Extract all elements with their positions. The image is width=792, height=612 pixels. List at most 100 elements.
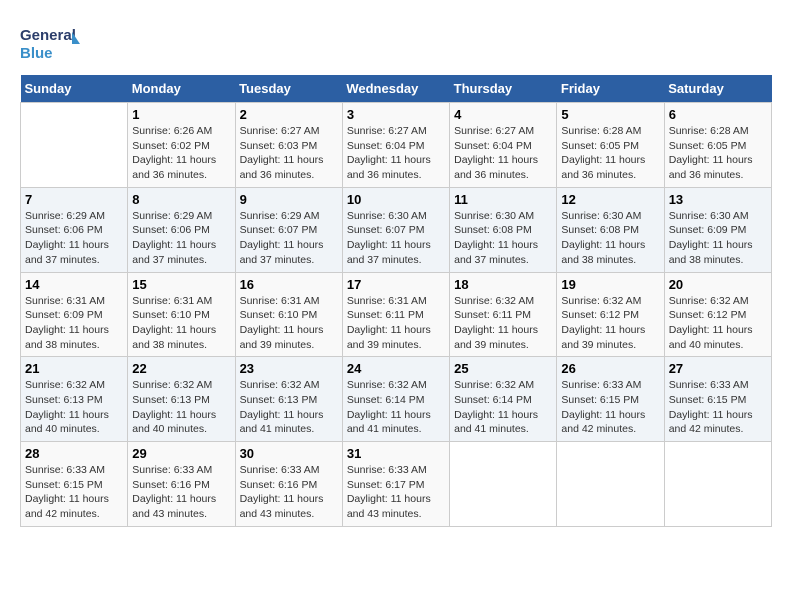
calendar-cell: 2 Sunrise: 6:27 AM Sunset: 6:03 PM Daylig… bbox=[235, 103, 342, 188]
day-number: 15 bbox=[132, 277, 230, 292]
day-detail: Sunrise: 6:27 AM Sunset: 6:04 PM Dayligh… bbox=[454, 124, 552, 183]
calendar-cell: 16Sunrise: 6:31 AM Sunset: 6:10 PM Dayli… bbox=[235, 272, 342, 357]
header-tuesday: Tuesday bbox=[235, 75, 342, 103]
header-thursday: Thursday bbox=[450, 75, 557, 103]
calendar-cell bbox=[21, 103, 128, 188]
svg-text:Blue: Blue bbox=[20, 45, 53, 62]
day-number: 17 bbox=[347, 277, 445, 292]
calendar-cell: 25Sunrise: 6:32 AM Sunset: 6:14 PM Dayli… bbox=[450, 357, 557, 442]
day-detail: Sunrise: 6:32 AM Sunset: 6:14 PM Dayligh… bbox=[347, 378, 445, 437]
day-number: 22 bbox=[132, 361, 230, 376]
calendar-cell bbox=[450, 442, 557, 527]
calendar-cell: 1 Sunrise: 6:26 AM Sunset: 6:02 PM Daylig… bbox=[128, 103, 235, 188]
day-number: 30 bbox=[240, 446, 338, 461]
day-detail: Sunrise: 6:29 AM Sunset: 6:06 PM Dayligh… bbox=[25, 209, 123, 268]
calendar-cell: 13Sunrise: 6:30 AM Sunset: 6:09 PM Dayli… bbox=[664, 187, 771, 272]
header-monday: Monday bbox=[128, 75, 235, 103]
calendar-week-row: 28 Sunrise: 6:33 AM Sunset: 6:15 PM Dayli… bbox=[21, 442, 772, 527]
day-detail: Sunrise: 6:27 AM Sunset: 6:03 PM Dayligh… bbox=[240, 124, 338, 183]
day-detail: Sunrise: 6:31 AM Sunset: 6:10 PM Dayligh… bbox=[132, 294, 230, 353]
calendar-cell: 8 Sunrise: 6:29 AM Sunset: 6:06 PM Daylig… bbox=[128, 187, 235, 272]
calendar-week-row: 1 Sunrise: 6:26 AM Sunset: 6:02 PM Daylig… bbox=[21, 103, 772, 188]
day-detail: Sunrise: 6:30 AM Sunset: 6:08 PM Dayligh… bbox=[454, 209, 552, 268]
day-detail: Sunrise: 6:33 AM Sunset: 6:15 PM Dayligh… bbox=[25, 463, 123, 522]
header: GeneralBlue bbox=[20, 20, 772, 65]
day-number: 12 bbox=[561, 192, 659, 207]
day-detail: Sunrise: 6:30 AM Sunset: 6:09 PM Dayligh… bbox=[669, 209, 767, 268]
day-detail: Sunrise: 6:33 AM Sunset: 6:16 PM Dayligh… bbox=[132, 463, 230, 522]
day-detail: Sunrise: 6:32 AM Sunset: 6:11 PM Dayligh… bbox=[454, 294, 552, 353]
day-detail: Sunrise: 6:29 AM Sunset: 6:07 PM Dayligh… bbox=[240, 209, 338, 268]
calendar-week-row: 14 Sunrise: 6:31 AM Sunset: 6:09 PM Dayli… bbox=[21, 272, 772, 357]
day-number: 4 bbox=[454, 107, 552, 122]
day-number: 7 bbox=[25, 192, 123, 207]
day-number: 18 bbox=[454, 277, 552, 292]
day-number: 23 bbox=[240, 361, 338, 376]
day-number: 20 bbox=[669, 277, 767, 292]
day-detail: Sunrise: 6:30 AM Sunset: 6:07 PM Dayligh… bbox=[347, 209, 445, 268]
day-number: 8 bbox=[132, 192, 230, 207]
calendar-cell: 9 Sunrise: 6:29 AM Sunset: 6:07 PM Daylig… bbox=[235, 187, 342, 272]
day-detail: Sunrise: 6:28 AM Sunset: 6:05 PM Dayligh… bbox=[669, 124, 767, 183]
calendar-cell: 18 Sunrise: 6:32 AM Sunset: 6:11 PM Dayli… bbox=[450, 272, 557, 357]
day-number: 9 bbox=[240, 192, 338, 207]
day-detail: Sunrise: 6:33 AM Sunset: 6:15 PM Dayligh… bbox=[561, 378, 659, 437]
calendar-table: SundayMondayTuesdayWednesdayThursdayFrid… bbox=[20, 75, 772, 527]
header-saturday: Saturday bbox=[664, 75, 771, 103]
calendar-cell: 22 Sunrise: 6:32 AM Sunset: 6:13 PM Dayli… bbox=[128, 357, 235, 442]
day-number: 2 bbox=[240, 107, 338, 122]
day-number: 26 bbox=[561, 361, 659, 376]
day-detail: Sunrise: 6:33 AM Sunset: 6:17 PM Dayligh… bbox=[347, 463, 445, 522]
logo: GeneralBlue bbox=[20, 20, 80, 65]
day-number: 31 bbox=[347, 446, 445, 461]
day-number: 28 bbox=[25, 446, 123, 461]
day-number: 27 bbox=[669, 361, 767, 376]
day-number: 6 bbox=[669, 107, 767, 122]
calendar-cell: 30Sunrise: 6:33 AM Sunset: 6:16 PM Dayli… bbox=[235, 442, 342, 527]
calendar-cell bbox=[664, 442, 771, 527]
calendar-cell: 17 Sunrise: 6:31 AM Sunset: 6:11 PM Dayli… bbox=[342, 272, 449, 357]
calendar-cell: 31 Sunrise: 6:33 AM Sunset: 6:17 PM Dayli… bbox=[342, 442, 449, 527]
day-detail: Sunrise: 6:32 AM Sunset: 6:12 PM Dayligh… bbox=[561, 294, 659, 353]
calendar-cell: 3Sunrise: 6:27 AM Sunset: 6:04 PM Daylig… bbox=[342, 103, 449, 188]
calendar-cell: 27 Sunrise: 6:33 AM Sunset: 6:15 PM Dayli… bbox=[664, 357, 771, 442]
calendar-cell: 26 Sunrise: 6:33 AM Sunset: 6:15 PM Dayli… bbox=[557, 357, 664, 442]
svg-text:General: General bbox=[20, 27, 76, 44]
day-number: 14 bbox=[25, 277, 123, 292]
day-number: 11 bbox=[454, 192, 552, 207]
day-detail: Sunrise: 6:31 AM Sunset: 6:09 PM Dayligh… bbox=[25, 294, 123, 353]
day-number: 21 bbox=[25, 361, 123, 376]
day-number: 3 bbox=[347, 107, 445, 122]
day-detail: Sunrise: 6:32 AM Sunset: 6:13 PM Dayligh… bbox=[132, 378, 230, 437]
calendar-cell: 23Sunrise: 6:32 AM Sunset: 6:13 PM Dayli… bbox=[235, 357, 342, 442]
calendar-cell: 12 Sunrise: 6:30 AM Sunset: 6:08 PM Dayli… bbox=[557, 187, 664, 272]
calendar-cell: 24Sunrise: 6:32 AM Sunset: 6:14 PM Dayli… bbox=[342, 357, 449, 442]
day-detail: Sunrise: 6:33 AM Sunset: 6:15 PM Dayligh… bbox=[669, 378, 767, 437]
day-detail: Sunrise: 6:31 AM Sunset: 6:11 PM Dayligh… bbox=[347, 294, 445, 353]
day-number: 10 bbox=[347, 192, 445, 207]
logo-svg: GeneralBlue bbox=[20, 20, 80, 65]
day-detail: Sunrise: 6:30 AM Sunset: 6:08 PM Dayligh… bbox=[561, 209, 659, 268]
day-number: 29 bbox=[132, 446, 230, 461]
calendar-cell: 19 Sunrise: 6:32 AM Sunset: 6:12 PM Dayli… bbox=[557, 272, 664, 357]
day-detail: Sunrise: 6:32 AM Sunset: 6:13 PM Dayligh… bbox=[25, 378, 123, 437]
calendar-cell bbox=[557, 442, 664, 527]
calendar-cell: 6 Sunrise: 6:28 AM Sunset: 6:05 PM Daylig… bbox=[664, 103, 771, 188]
calendar-cell: 15 Sunrise: 6:31 AM Sunset: 6:10 PM Dayli… bbox=[128, 272, 235, 357]
day-number: 16 bbox=[240, 277, 338, 292]
day-detail: Sunrise: 6:26 AM Sunset: 6:02 PM Dayligh… bbox=[132, 124, 230, 183]
header-sunday: Sunday bbox=[21, 75, 128, 103]
calendar-cell: 20 Sunrise: 6:32 AM Sunset: 6:12 PM Dayli… bbox=[664, 272, 771, 357]
calendar-week-row: 7 Sunrise: 6:29 AM Sunset: 6:06 PM Daylig… bbox=[21, 187, 772, 272]
day-number: 1 bbox=[132, 107, 230, 122]
calendar-cell: 5Sunrise: 6:28 AM Sunset: 6:05 PM Daylig… bbox=[557, 103, 664, 188]
calendar-cell: 10 Sunrise: 6:30 AM Sunset: 6:07 PM Dayli… bbox=[342, 187, 449, 272]
day-number: 19 bbox=[561, 277, 659, 292]
day-detail: Sunrise: 6:29 AM Sunset: 6:06 PM Dayligh… bbox=[132, 209, 230, 268]
calendar-cell: 14 Sunrise: 6:31 AM Sunset: 6:09 PM Dayli… bbox=[21, 272, 128, 357]
calendar-cell: 28 Sunrise: 6:33 AM Sunset: 6:15 PM Dayli… bbox=[21, 442, 128, 527]
header-wednesday: Wednesday bbox=[342, 75, 449, 103]
calendar-week-row: 21 Sunrise: 6:32 AM Sunset: 6:13 PM Dayli… bbox=[21, 357, 772, 442]
calendar-cell: 11 Sunrise: 6:30 AM Sunset: 6:08 PM Dayli… bbox=[450, 187, 557, 272]
day-detail: Sunrise: 6:32 AM Sunset: 6:12 PM Dayligh… bbox=[669, 294, 767, 353]
